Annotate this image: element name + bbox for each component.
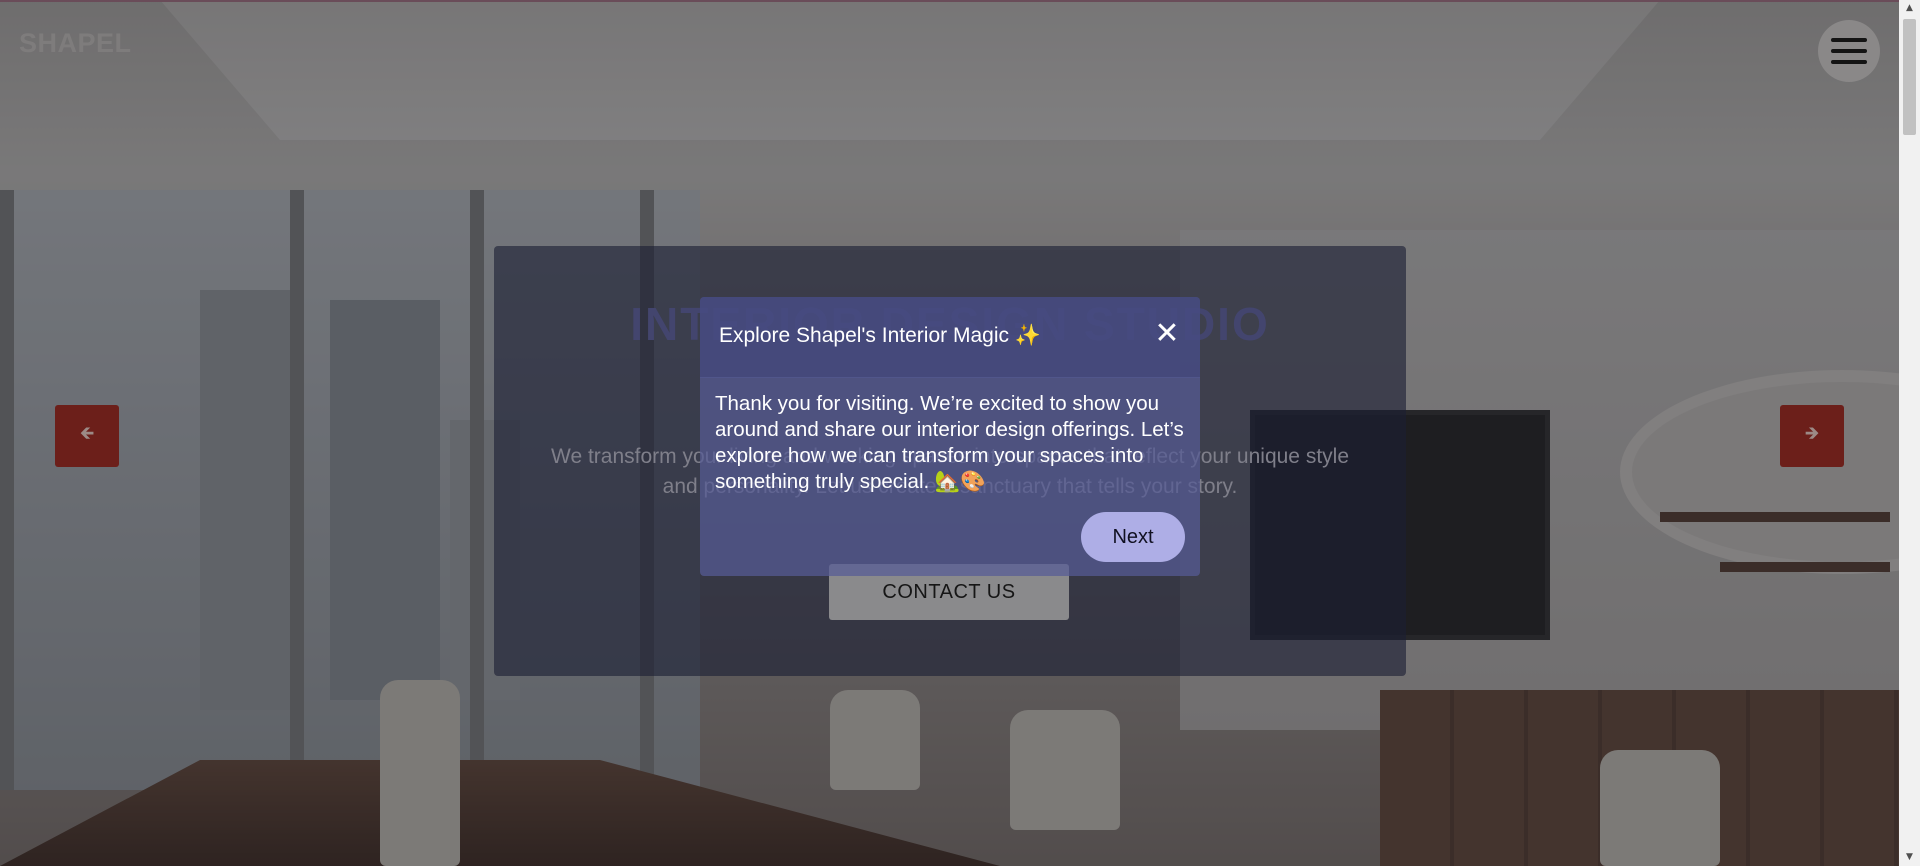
site-logo[interactable]: SHAPEL bbox=[19, 28, 132, 59]
page-scrollbar[interactable]: ▲ ▼ bbox=[1899, 0, 1920, 866]
menu-button[interactable] bbox=[1818, 20, 1880, 82]
scroll-down-icon[interactable]: ▼ bbox=[1899, 849, 1920, 866]
slider-next-button[interactable]: 🡺 bbox=[1780, 405, 1844, 467]
welcome-modal: Explore Shapel's Interior Magic ✨ ✕ Than… bbox=[700, 297, 1200, 576]
scroll-up-icon[interactable]: ▲ bbox=[1899, 0, 1920, 17]
modal-title: Explore Shapel's Interior Magic ✨ bbox=[719, 324, 1041, 347]
arrow-left-icon: 🡸 bbox=[79, 423, 95, 444]
slider-prev-button[interactable]: 🡸 bbox=[55, 405, 119, 467]
close-icon[interactable]: ✕ bbox=[1152, 319, 1182, 349]
hamburger-menu-icon-bar bbox=[1831, 49, 1867, 53]
scrollbar-thumb[interactable] bbox=[1903, 19, 1916, 135]
next-button[interactable]: Next bbox=[1081, 512, 1185, 562]
modal-body-text: Thank you for visiting. We’re excited to… bbox=[715, 392, 1184, 493]
hamburger-menu-icon bbox=[1831, 38, 1867, 42]
arrow-right-icon: 🡺 bbox=[1804, 423, 1820, 444]
hamburger-menu-icon-bar bbox=[1831, 60, 1867, 64]
modal-header: Explore Shapel's Interior Magic ✨ ✕ bbox=[700, 297, 1200, 378]
page: SHAPEL 🡸 🡺 INTERIOR DESIGN STUDIO We tra… bbox=[0, 0, 1920, 866]
top-border bbox=[0, 0, 1920, 2]
